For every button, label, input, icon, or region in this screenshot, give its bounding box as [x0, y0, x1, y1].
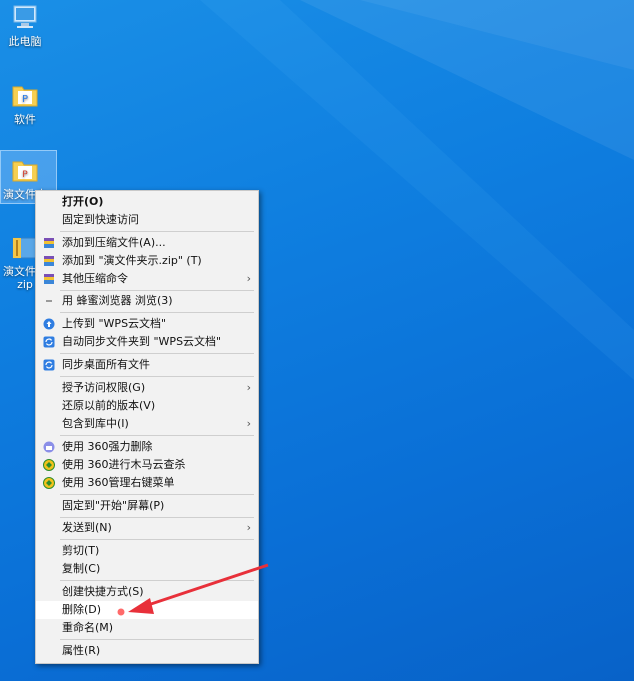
menu-item-360-trojan-scan[interactable]: 使用 360进行木马云查杀 — [36, 456, 258, 474]
mouse-cursor-icon — [116, 602, 126, 617]
menu-item-sync-desktop-files[interactable]: 同步桌面所有文件 — [36, 356, 258, 374]
menu-item-pin-to-start[interactable]: 固定到"开始"屏幕(P) — [36, 497, 258, 515]
menu-item-browse-with-browser[interactable]: 用 蜂蜜浏览器 浏览(3) — [36, 292, 258, 310]
menu-item-cut[interactable]: 剪切(T) — [36, 542, 258, 560]
menu-separator — [60, 517, 254, 518]
menu-separator — [60, 639, 254, 640]
submenu-arrow-icon: › — [246, 381, 251, 394]
menu-item-auto-sync-folder[interactable]: 自动同步文件夹到 "WPS云文档" — [36, 333, 258, 351]
menu-item-360-force-delete[interactable]: 使用 360强力删除 — [36, 438, 258, 456]
menu-item-delete[interactable]: 删除(D) — [36, 601, 258, 619]
folder-icon: P — [10, 80, 40, 110]
menu-item-send-to[interactable]: 发送到(N) › — [36, 519, 258, 537]
submenu-arrow-icon: › — [246, 521, 251, 534]
menu-item-properties[interactable]: 属性(R) — [36, 642, 258, 660]
menu-item-grant-access[interactable]: 授予访问权限(G) › — [36, 379, 258, 397]
menu-separator — [60, 312, 254, 313]
desktop-icon-label: 此电脑 — [8, 35, 42, 48]
menu-item-create-shortcut[interactable]: 创建快捷方式(S) — [36, 583, 258, 601]
360-shredder-icon — [43, 441, 55, 453]
winrar-icon — [43, 255, 55, 267]
menu-separator — [60, 580, 254, 581]
menu-separator — [60, 539, 254, 540]
menu-separator — [60, 290, 254, 291]
menu-item-restore-previous[interactable]: 还原以前的版本(V) — [36, 397, 258, 415]
context-menu: 打开(O) 固定到快速访问 添加到压缩文件(A)... 添加到 "演文件夹示.z… — [35, 190, 259, 664]
360-security-icon — [43, 459, 55, 471]
menu-item-upload-wps-cloud[interactable]: 上传到 "WPS云文档" — [36, 315, 258, 333]
menu-item-open[interactable]: 打开(O) — [36, 193, 258, 211]
menu-separator — [60, 435, 254, 436]
cloud-upload-icon — [43, 318, 55, 330]
svg-text:P: P — [22, 94, 28, 105]
computer-icon — [10, 2, 40, 32]
menu-separator — [60, 494, 254, 495]
menu-item-pin-quick-access[interactable]: 固定到快速访问 — [36, 211, 258, 229]
menu-item-other-compress[interactable]: 其他压缩命令 › — [36, 270, 258, 288]
sync-icon — [43, 359, 55, 371]
svg-text:P: P — [22, 170, 28, 180]
menu-item-add-to-archive[interactable]: 添加到压缩文件(A)... — [36, 234, 258, 252]
sync-icon — [43, 336, 55, 348]
submenu-arrow-icon: › — [246, 272, 251, 285]
menu-item-360-manage-context[interactable]: 使用 360管理右键菜单 — [36, 474, 258, 492]
browser-dash-icon — [43, 295, 55, 307]
menu-separator — [60, 353, 254, 354]
360-security-icon — [43, 477, 55, 489]
menu-item-add-to-zip[interactable]: 添加到 "演文件夹示.zip" (T) — [36, 252, 258, 270]
folder-icon: P — [10, 155, 40, 185]
desktop-icon-label: 软件 — [14, 113, 36, 126]
menu-separator — [60, 231, 254, 232]
winrar-icon — [43, 273, 55, 285]
submenu-arrow-icon: › — [246, 417, 251, 430]
menu-item-copy[interactable]: 复制(C) — [36, 560, 258, 578]
winrar-icon — [43, 237, 55, 249]
menu-item-include-in-library[interactable]: 包含到库中(I) › — [36, 415, 258, 433]
desktop-icon-this-pc[interactable]: 此电脑 — [0, 2, 50, 48]
menu-separator — [60, 376, 254, 377]
menu-item-rename[interactable]: 重命名(M) — [36, 619, 258, 637]
desktop-icon-software-folder[interactable]: P 软件 — [0, 80, 50, 126]
